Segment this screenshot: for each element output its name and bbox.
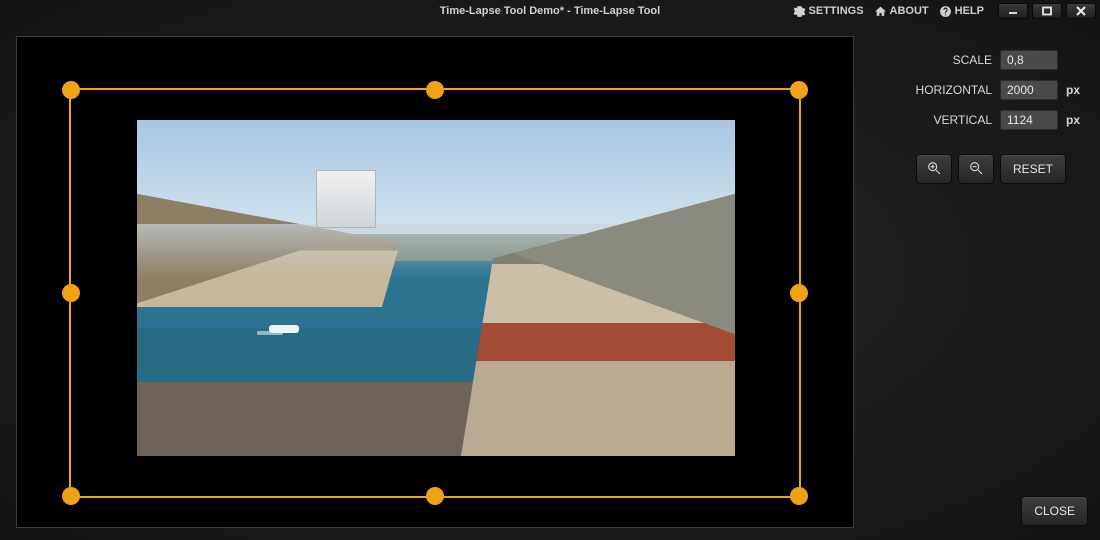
- zoom-out-icon: [968, 160, 984, 179]
- help-menu-label: HELP: [955, 5, 984, 17]
- crop-handle-middle-left[interactable]: [62, 284, 80, 302]
- vertical-unit: px: [1066, 113, 1088, 127]
- horizontal-unit: px: [1066, 83, 1088, 97]
- minimize-button[interactable]: [998, 3, 1028, 19]
- preview-image: [137, 120, 735, 456]
- crop-handle-middle-right[interactable]: [790, 284, 808, 302]
- horizontal-row: HORIZONTAL px: [868, 80, 1088, 100]
- zoom-in-button[interactable]: [916, 154, 952, 184]
- help-icon: [939, 5, 952, 18]
- image-canvas[interactable]: [16, 36, 854, 528]
- reset-button[interactable]: RESET: [1000, 154, 1066, 184]
- vertical-label: VERTICAL: [934, 113, 992, 127]
- zoom-tool-row: RESET: [868, 154, 1088, 184]
- gear-icon: [793, 5, 806, 18]
- scale-input[interactable]: [1000, 50, 1058, 70]
- close-button[interactable]: CLOSE: [1021, 496, 1088, 526]
- crop-handle-bottom-right[interactable]: [790, 487, 808, 505]
- horizontal-input[interactable]: [1000, 80, 1058, 100]
- about-menu-label: ABOUT: [890, 5, 929, 17]
- crop-handle-bottom-center[interactable]: [426, 487, 444, 505]
- crop-handle-top-left[interactable]: [62, 81, 80, 99]
- vertical-row: VERTICAL px: [868, 110, 1088, 130]
- horizontal-label: HORIZONTAL: [916, 83, 992, 97]
- close-button-label: CLOSE: [1034, 504, 1075, 518]
- window-controls: [998, 3, 1096, 19]
- crop-handle-bottom-left[interactable]: [62, 487, 80, 505]
- zoom-out-button[interactable]: [958, 154, 994, 184]
- settings-menu[interactable]: SETTINGS: [789, 3, 868, 20]
- side-panel: SCALE HORIZONTAL px VERTICAL px: [868, 36, 1088, 528]
- settings-menu-label: SETTINGS: [809, 5, 864, 17]
- scale-row: SCALE: [868, 50, 1088, 70]
- home-icon: [874, 5, 887, 18]
- zoom-in-icon: [926, 160, 942, 179]
- crop-handle-top-center[interactable]: [426, 81, 444, 99]
- scale-label: SCALE: [953, 53, 992, 67]
- about-menu[interactable]: ABOUT: [870, 3, 933, 20]
- viewer-wrap: [16, 36, 854, 528]
- content: SCALE HORIZONTAL px VERTICAL px: [0, 22, 1100, 540]
- window-close-button[interactable]: [1066, 3, 1096, 19]
- maximize-button[interactable]: [1032, 3, 1062, 19]
- reset-button-label: RESET: [1013, 162, 1053, 176]
- crop-handle-top-right[interactable]: [790, 81, 808, 99]
- help-menu[interactable]: HELP: [935, 3, 988, 20]
- titlebar: Time-Lapse Tool Demo* - Time-Lapse Tool …: [0, 0, 1100, 22]
- vertical-input[interactable]: [1000, 110, 1058, 130]
- menu-links: SETTINGS ABOUT HELP: [789, 3, 988, 20]
- close-row: CLOSE: [868, 496, 1088, 528]
